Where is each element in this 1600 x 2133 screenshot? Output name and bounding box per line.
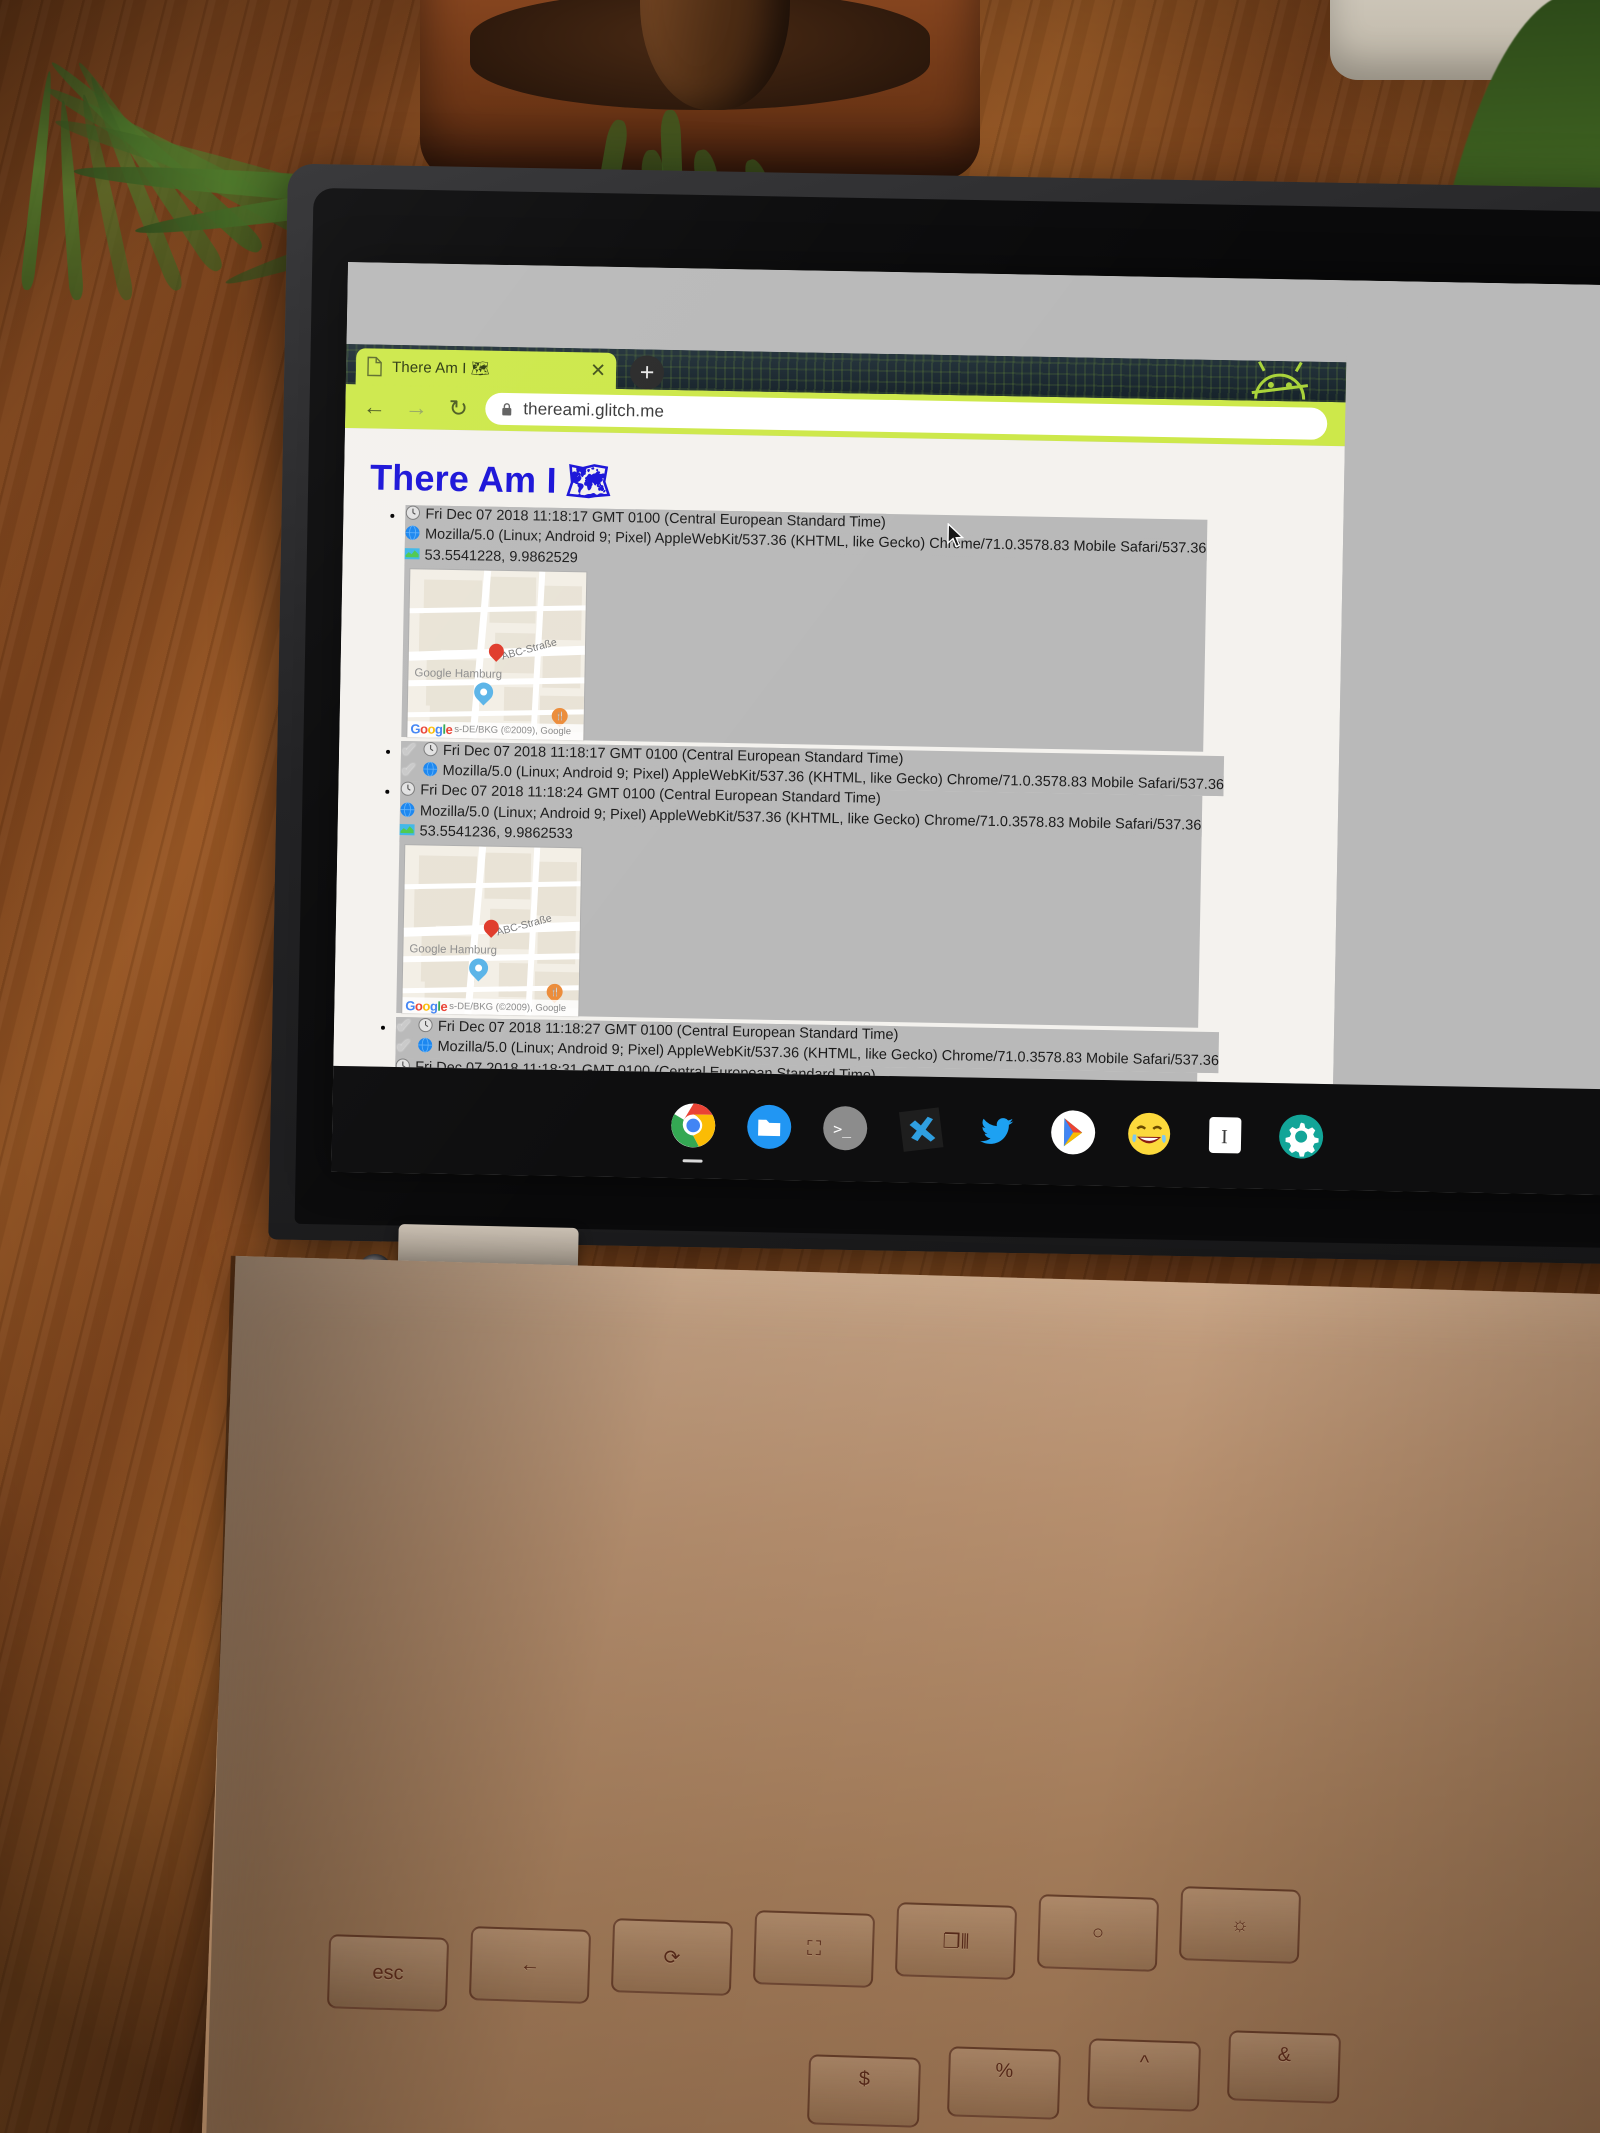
- vscode-icon[interactable]: [895, 1103, 948, 1156]
- check-icon: ✔: [401, 741, 417, 760]
- map-building: [414, 889, 437, 929]
- map-building: [484, 853, 531, 900]
- map-attribution: Google s-DE/BKG (©2009), Google: [402, 997, 578, 1016]
- map-building: [541, 585, 582, 640]
- emoji-icon[interactable]: [1123, 1107, 1176, 1160]
- location-log-list: Fri Dec 07 2018 11:18:17 GMT 0100 (Centr…: [394, 505, 1344, 1084]
- settings-icon[interactable]: [1275, 1110, 1328, 1163]
- arrow-right-icon[interactable]: →: [395, 386, 438, 429]
- play-store-icon[interactable]: [1047, 1106, 1100, 1159]
- map-attribution-text: s-DE/BKG (©2009), Google: [449, 1001, 566, 1014]
- map-building: [536, 862, 577, 917]
- clock-icon: [423, 741, 438, 762]
- desktop-background-right: [1333, 280, 1600, 1090]
- new-tab-button[interactable]: +: [630, 355, 665, 390]
- check-icon: ✔: [395, 1037, 411, 1056]
- back-key-label: ←: [520, 1953, 541, 1977]
- document-icon: [366, 356, 383, 376]
- check-icon: ✔: [396, 1017, 412, 1036]
- brightness-down-key[interactable]: ○: [1037, 1894, 1159, 1972]
- fullscreen-key-label: ⛶: [807, 1937, 822, 1960]
- page-inner: There Am I 🗺 Fri Dec 07 2018 11:18:17 GM…: [333, 428, 1345, 1084]
- entry-coords-row: 53.5541228, 9.9862529: [404, 546, 578, 569]
- android-robot-icon: [1238, 358, 1323, 404]
- key-6[interactable]: ^: [1087, 2038, 1201, 2111]
- key-7[interactable]: &: [1227, 2030, 1341, 2103]
- key-4[interactable]: $: [807, 2054, 921, 2127]
- url-text: thereami.glitch.me: [523, 399, 664, 422]
- map-emoji-icon: 🗺: [565, 460, 612, 503]
- laptop-screen: There Am I 🗺 ✕ + ← → ↻ thereami.glitch.m…: [331, 262, 1600, 1196]
- terminal-icon[interactable]: >_: [819, 1102, 872, 1155]
- google-logo: Google: [410, 722, 452, 738]
- brightness-up-key[interactable]: ☼: [1179, 1886, 1301, 1964]
- map-emoji-icon: [404, 546, 419, 567]
- overview-key-label: ❐⦀: [942, 1928, 970, 1954]
- svg-text:>_: >_: [833, 1120, 852, 1138]
- esc-key-label: esc: [372, 1961, 404, 1985]
- map-place-label: Google Hamburg: [409, 943, 497, 957]
- chromeos-desktop: There Am I 🗺 ✕ + ← → ↻ thereami.glitch.m…: [331, 262, 1600, 1196]
- back-key[interactable]: ←: [469, 1926, 591, 2004]
- log-entry: Fri Dec 07 2018 11:18:17 GMT 0100 (Centr…: [401, 505, 1207, 751]
- text-editor-icon[interactable]: I: [1199, 1109, 1252, 1162]
- map-thumbnail[interactable]: ABC-Straße Google Hamburg 🍴 Google s-DE/BKG …: [402, 845, 581, 1016]
- google-logo: Google: [405, 998, 447, 1014]
- key-6-label: ^: [1139, 2052, 1149, 2075]
- map-thumbnail[interactable]: ABC-Straße Google Hamburg 🍴 Google s-DE/BKG …: [407, 569, 586, 740]
- globe-icon: [405, 525, 420, 546]
- clock-icon: [400, 781, 415, 802]
- map-building: [419, 613, 442, 653]
- map-building: [489, 576, 536, 623]
- brightness-up-key-label: ☼: [1230, 1913, 1249, 1937]
- mouse-pointer: [947, 523, 964, 548]
- globe-icon: [422, 762, 437, 783]
- list-item: Fri Dec 07 2018 11:18:24 GMT 0100 (Centr…: [396, 781, 1338, 1030]
- running-indicator: [683, 1159, 703, 1162]
- chrome-icon[interactable]: [667, 1099, 720, 1152]
- globe-icon: [400, 802, 415, 823]
- map-attribution: Google s-DE/BKG (©2009), Google: [407, 721, 583, 740]
- chromebook: There Am I 🗺 ✕ + ← → ↻ thereami.glitch.m…: [248, 176, 1600, 2133]
- plant-blade: [20, 71, 56, 291]
- clock-icon: [418, 1018, 433, 1039]
- reload-key[interactable]: ⟳: [611, 1918, 733, 1996]
- chrome-browser-window: There Am I 🗺 ✕ + ← → ↻ thereami.glitch.m…: [333, 344, 1346, 1084]
- reload-key-label: ⟳: [663, 1944, 681, 1970]
- key-5[interactable]: %: [947, 2046, 1061, 2119]
- clock-icon: [405, 505, 420, 526]
- map-attribution-text: s-DE/BKG (©2009), Google: [454, 724, 571, 737]
- brightness-down-key-label: ○: [1092, 1921, 1105, 1944]
- fullscreen-key[interactable]: ⛶: [753, 1910, 875, 1988]
- globe-icon: [417, 1038, 432, 1059]
- esc-key[interactable]: esc: [327, 1934, 449, 2012]
- map-place-label: Google Hamburg: [414, 667, 502, 681]
- overview-key[interactable]: ❐⦀: [895, 1902, 1017, 1980]
- map-emoji-icon: [399, 822, 414, 843]
- tab-title: There Am I 🗺: [392, 358, 581, 379]
- list-item: Fri Dec 07 2018 11:18:17 GMT 0100 (Centr…: [401, 505, 1343, 754]
- lock-icon: [501, 402, 512, 415]
- arrow-left-icon[interactable]: ←: [353, 385, 396, 428]
- twitter-icon[interactable]: [971, 1105, 1024, 1158]
- key-4-label: $: [858, 2068, 870, 2091]
- browser-tab[interactable]: There Am I 🗺 ✕: [356, 348, 617, 389]
- close-icon[interactable]: ✕: [590, 361, 606, 380]
- svg-text:I: I: [1221, 1126, 1228, 1148]
- entry-coords-row: 53.5541236, 9.9862533: [399, 822, 573, 845]
- log-entry: Fri Dec 07 2018 11:18:24 GMT 0100 (Centr…: [396, 781, 1202, 1027]
- reload-icon[interactable]: ↻: [437, 387, 480, 430]
- entry-coordinates: 53.5541228, 9.9862529: [424, 546, 578, 567]
- page-title-text: There Am I: [370, 456, 557, 501]
- key-5-label: %: [995, 2060, 1014, 2084]
- files-icon[interactable]: [743, 1100, 796, 1153]
- entry-coordinates: 53.5541236, 9.9862533: [419, 822, 573, 843]
- key-7-label: &: [1277, 2044, 1291, 2067]
- web-page-content: There Am I 🗺 Fri Dec 07 2018 11:18:17 GM…: [333, 428, 1345, 1084]
- check-icon: ✔: [401, 761, 417, 780]
